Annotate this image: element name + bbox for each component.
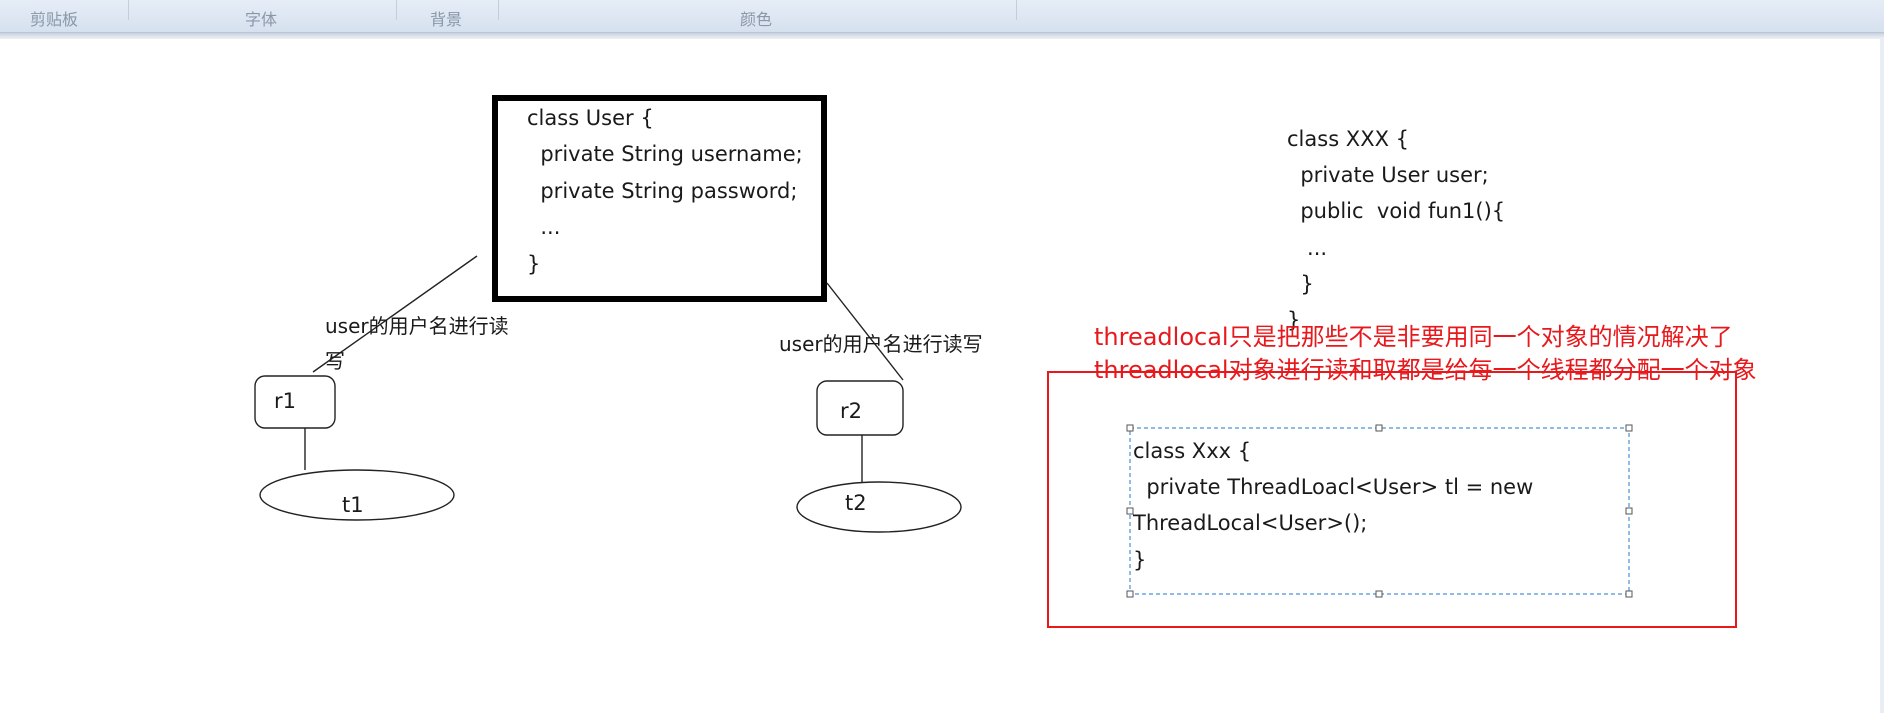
threadlocal-note: threadlocal只是把那些不是非要用同一个对象的情况解决了 — [1094, 323, 1733, 351]
xxx-threadlocal-line: ThreadLocal<User>(); — [1133, 511, 1368, 535]
t2-ellipse[interactable] — [796, 481, 962, 533]
r1-label: r1 — [274, 389, 296, 413]
xxx-class-line: private User user; — [1287, 163, 1489, 187]
left-rw-label-wrap: 写 — [325, 349, 345, 373]
r2-label: r2 — [840, 399, 862, 423]
user-class-line: ... — [527, 215, 561, 239]
xxx-class-line: } — [1287, 272, 1314, 296]
right-rw-label: user的用户名进行读写 — [779, 332, 983, 356]
user-class-line: class User { — [527, 106, 654, 130]
threadlocal-note: threadlocal对象进行读和取都是给每一个线程都分配一个对象 — [1094, 356, 1757, 384]
t1-label: t1 — [342, 493, 364, 517]
xxx-threadlocal-line: } — [1133, 548, 1147, 572]
xxx-class-line: class XXX { — [1287, 127, 1410, 151]
threadlocal-red-box[interactable] — [1047, 371, 1737, 628]
left-rw-label: user的用户名进行读 — [325, 314, 509, 338]
user-class-line: } — [527, 252, 541, 276]
t2-label: t2 — [845, 491, 867, 515]
xxx-class-line: ... — [1287, 236, 1328, 260]
xxx-threadlocal-line: class Xxx { — [1133, 439, 1252, 463]
xxx-class-line: public void fun1(){ — [1287, 199, 1506, 223]
user-class-line: private String username; — [527, 142, 803, 166]
user-class-line: private String password; — [527, 179, 798, 203]
xxx-threadlocal-line: private ThreadLoacl<User> tl = new — [1133, 475, 1534, 499]
